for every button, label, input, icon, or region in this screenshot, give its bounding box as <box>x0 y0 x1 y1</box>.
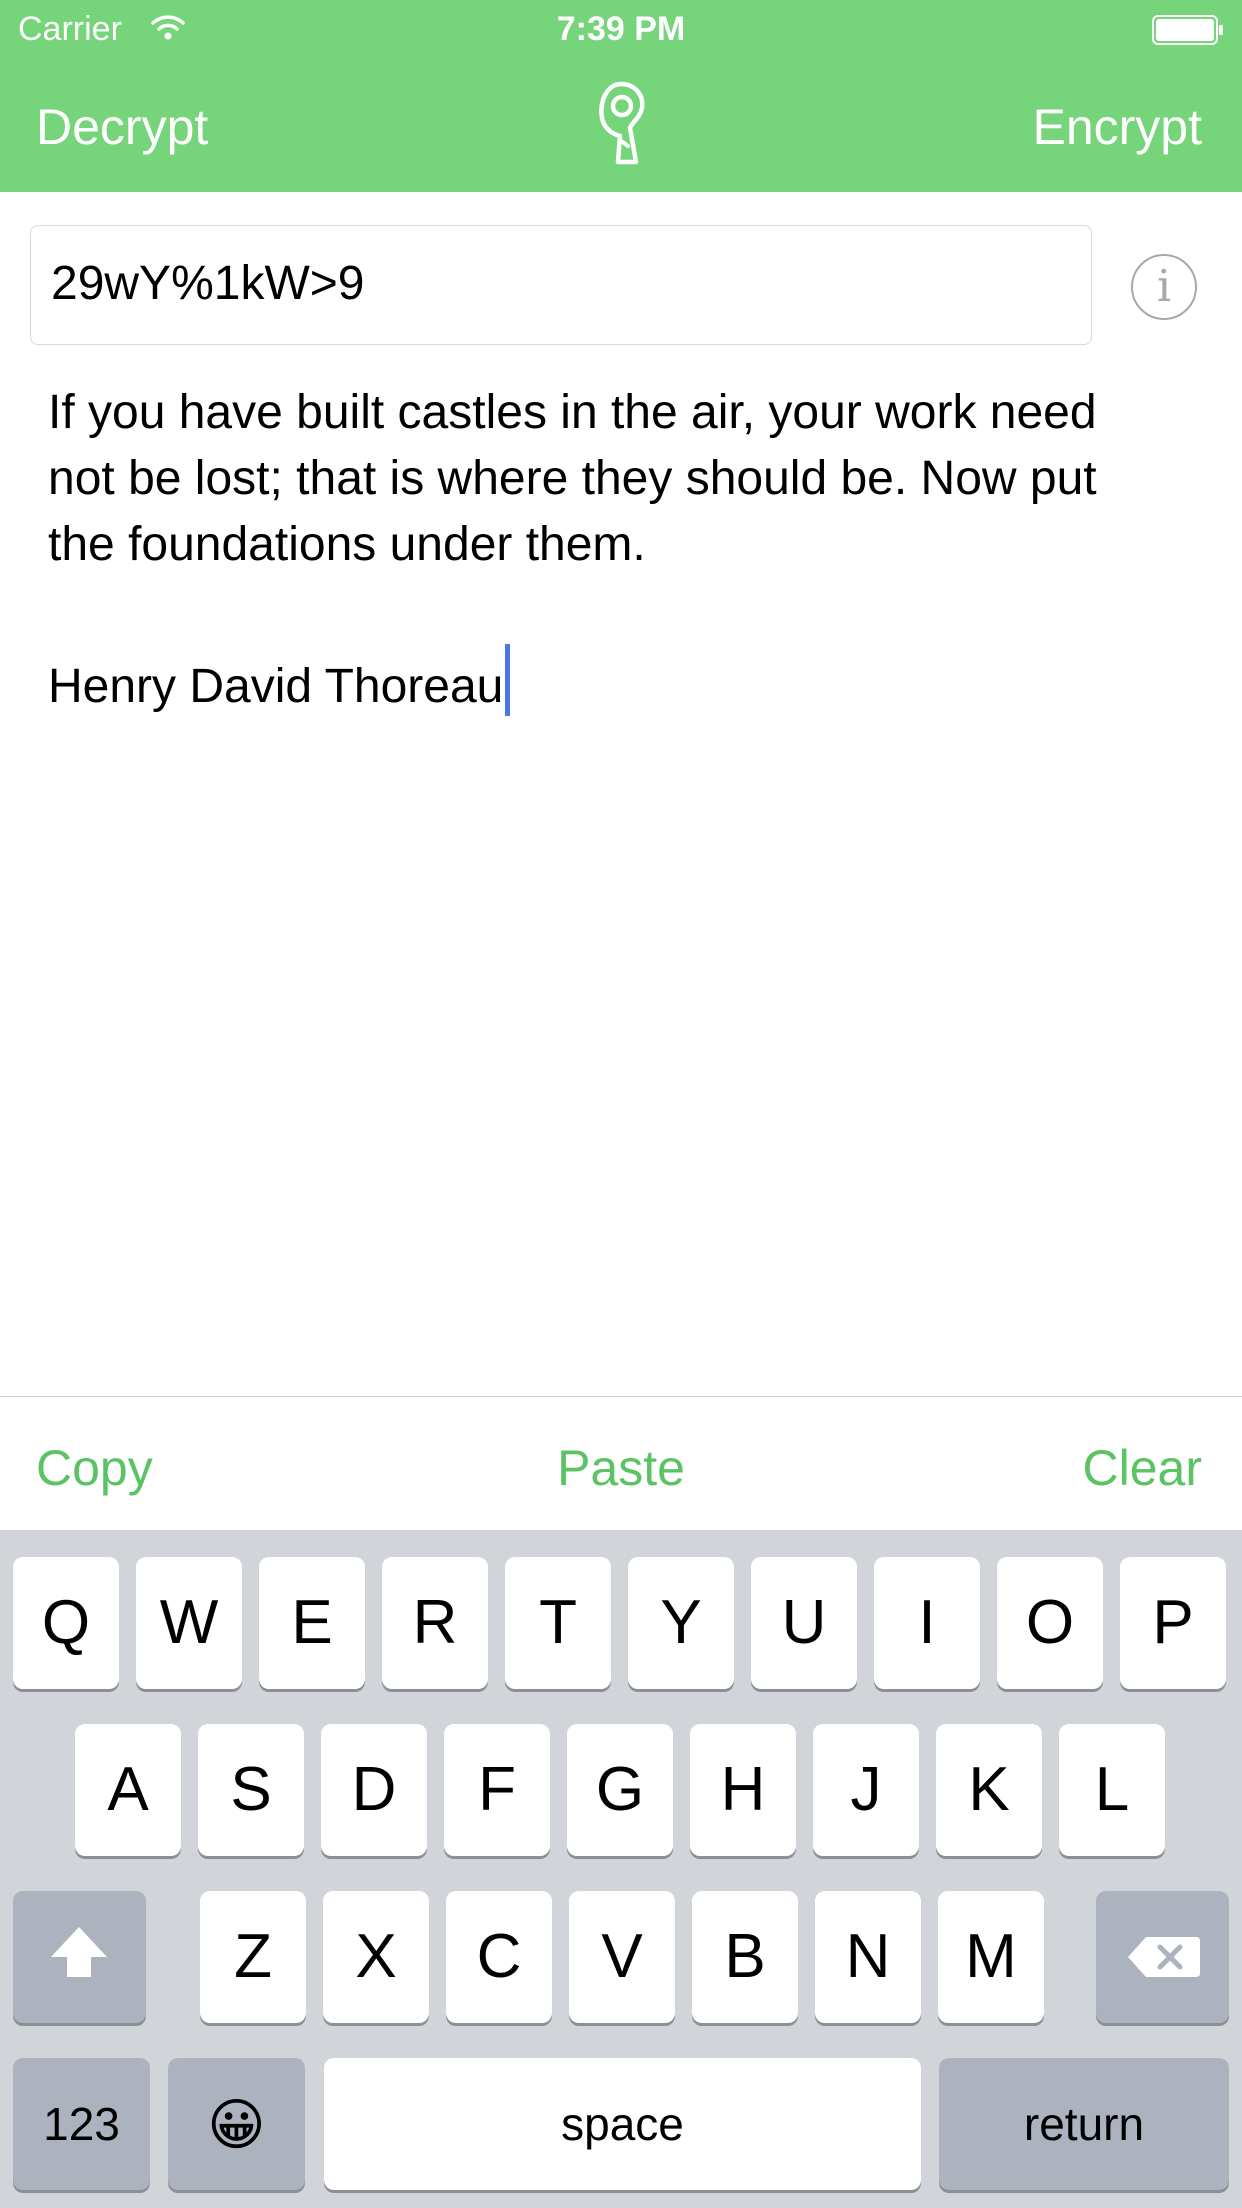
keyboard: 123 😀 space return QWERTYUIOP ASDFGHJKL ZX… <box>0 1530 1242 2208</box>
emoji-key[interactable]: 😀 <box>168 2058 305 2190</box>
key-i[interactable]: I <box>874 1557 980 1689</box>
key-t[interactable]: T <box>505 1557 611 1689</box>
clear-button[interactable]: Clear <box>1083 1439 1202 1497</box>
key-m[interactable]: M <box>938 1891 1044 2023</box>
key-c[interactable]: C <box>446 1891 552 2023</box>
info-glyph: i <box>1156 261 1172 312</box>
key-n[interactable]: N <box>815 1891 921 2023</box>
message-line-2: not be lost; that is where they should b… <box>48 452 1097 505</box>
key-l[interactable]: L <box>1059 1724 1165 1856</box>
key-b[interactable]: B <box>692 1891 798 2023</box>
key-x[interactable]: X <box>323 1891 429 2023</box>
numbers-key[interactable]: 123 <box>13 2058 150 2190</box>
message-author-line: Henry David Thoreau <box>48 644 1208 720</box>
key-r[interactable]: R <box>382 1557 488 1689</box>
return-key[interactable]: return <box>939 2058 1229 2190</box>
message-line-3: the foundations under them. <box>48 518 646 571</box>
delete-key[interactable] <box>1096 1891 1229 2023</box>
key-hole-logo-icon <box>599 81 645 165</box>
password-field[interactable]: 29wY%1kW>9 <box>30 225 1092 345</box>
paste-button-label[interactable]: Paste <box>557 1440 685 1496</box>
text-caret <box>505 644 511 716</box>
decrypt-button[interactable]: Decrypt <box>36 98 208 156</box>
emoji-icon: 😀 <box>207 2093 266 2158</box>
status-time: 7:39 PM <box>556 10 686 48</box>
key-f[interactable]: F <box>444 1724 550 1856</box>
status-bar: Carrier 7:39 PM <box>0 0 1242 60</box>
key-y[interactable]: Y <box>628 1557 734 1689</box>
shift-key[interactable] <box>13 1891 146 2023</box>
message-line-1: If you have built castles in the air, yo… <box>48 386 1097 439</box>
encrypt-button[interactable]: Encrypt <box>1032 98 1202 156</box>
header: Carrier 7:39 PM Decrypt Encrypt <box>0 0 1242 192</box>
key-h[interactable]: H <box>690 1724 796 1856</box>
key-j[interactable]: J <box>813 1724 919 1856</box>
key-p[interactable]: P <box>1120 1557 1226 1689</box>
password-value: 29wY%1kW>9 <box>51 257 365 310</box>
action-toolbar: Copy Paste Clear <box>0 1396 1242 1530</box>
info-icon[interactable]: i <box>1131 254 1197 320</box>
key-k[interactable]: K <box>936 1724 1042 1856</box>
key-s[interactable]: S <box>198 1724 304 1856</box>
shift-icon <box>51 1927 107 1977</box>
key-z[interactable]: Z <box>200 1891 306 2023</box>
space-key[interactable]: space <box>324 2058 921 2190</box>
key-e[interactable]: E <box>259 1557 365 1689</box>
key-u[interactable]: U <box>751 1557 857 1689</box>
key-d[interactable]: D <box>321 1724 427 1856</box>
message-author: Henry David Thoreau <box>48 660 504 713</box>
key-o[interactable]: O <box>997 1557 1103 1689</box>
paste-button: Paste <box>0 1439 1242 1497</box>
battery-icon <box>1152 15 1223 45</box>
app-screen: Carrier 7:39 PM Decrypt Encrypt 29wY%1kW… <box>0 0 1242 2208</box>
key-q[interactable]: Q <box>13 1557 119 1689</box>
key-w[interactable]: W <box>136 1557 242 1689</box>
key-v[interactable]: V <box>569 1891 675 2023</box>
key-a[interactable]: A <box>75 1724 181 1856</box>
delete-icon <box>1128 1937 1200 1977</box>
message-text-area[interactable]: If you have built castles in the air, yo… <box>48 380 1208 1360</box>
key-g[interactable]: G <box>567 1724 673 1856</box>
